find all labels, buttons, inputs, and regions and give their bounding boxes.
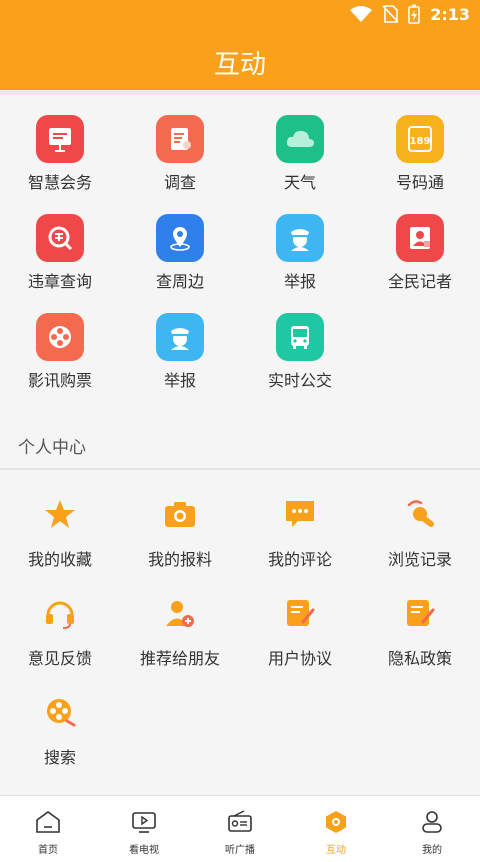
agreement-icon [280, 593, 320, 633]
service-label: 号码通 [395, 173, 444, 192]
service-weather[interactable]: 天气 [240, 95, 360, 194]
add-friend-icon [160, 593, 200, 633]
service-citizen-reporter[interactable]: 全民记者 [360, 194, 480, 293]
bus-icon [276, 313, 324, 361]
privacy-policy[interactable]: 隐私政策 [360, 571, 480, 670]
bottom-nav: 首页 看电视 听广播 互动 我的 [0, 795, 480, 862]
personal-center-grid: 我的收藏 我的报料 我的评论 浏览记录 意见反馈 推荐给朋友 用户协议 隐私政策… [0, 472, 480, 769]
nav-label: 看电视 [129, 845, 159, 856]
nav-label: 我的 [422, 845, 442, 856]
phone-number-icon: 189 [396, 115, 444, 163]
profile-icon [419, 810, 445, 838]
film-reel-icon [36, 313, 84, 361]
history-icon [400, 494, 440, 534]
camera-icon [160, 494, 200, 534]
home-icon [35, 810, 61, 838]
item-label: 搜索 [43, 748, 76, 767]
item-label: 我的报料 [147, 550, 212, 569]
service-nearby[interactable]: 查周边 [120, 194, 240, 293]
item-label: 我的收藏 [27, 550, 92, 569]
service-report-2[interactable]: 举报 [120, 293, 240, 392]
nav-interaction[interactable]: 互动 [288, 796, 384, 862]
police-officer-icon [276, 214, 324, 262]
section-title-personal-center: 个人中心 [18, 438, 86, 458]
feedback[interactable]: 意见反馈 [0, 571, 120, 670]
my-favorites[interactable]: 我的收藏 [0, 472, 120, 571]
user-agreement[interactable]: 用户协议 [240, 571, 360, 670]
no-sim-icon [382, 5, 399, 23]
nav-tv[interactable]: 看电视 [96, 796, 192, 862]
service-label: 举报 [283, 272, 316, 291]
item-label: 意见反馈 [27, 649, 92, 668]
nav-radio[interactable]: 听广播 [192, 796, 288, 862]
item-label: 我的评论 [267, 550, 332, 569]
item-label: 浏览记录 [387, 550, 452, 569]
nav-profile[interactable]: 我的 [384, 796, 480, 862]
service-label: 智慧会务 [27, 173, 92, 192]
battery-charging-icon [408, 4, 420, 24]
tv-icon [131, 810, 157, 838]
item-label: 隐私政策 [387, 649, 452, 668]
services-grid: 智慧会务 调查 天气 189 号码通 违章查询 查周边 举报 全民记者 影讯购票… [0, 95, 480, 392]
wifi-icon [350, 6, 373, 22]
service-smart-meeting[interactable]: 智慧会务 [0, 95, 120, 194]
headset-icon [40, 593, 80, 633]
police-officer-icon [156, 313, 204, 361]
service-label: 违章查询 [27, 272, 92, 291]
service-report[interactable]: 举报 [240, 194, 360, 293]
radio-icon [227, 810, 253, 838]
cloud-icon [276, 115, 324, 163]
privacy-policy-icon [400, 593, 440, 633]
search[interactable]: 搜索 [0, 670, 120, 769]
search-reel-icon [40, 692, 80, 732]
status-bar: 2:13 [0, 0, 480, 28]
my-submissions[interactable]: 我的报料 [120, 472, 240, 571]
service-label: 天气 [283, 173, 316, 192]
service-label: 举报 [163, 371, 196, 390]
service-label: 实时公交 [267, 371, 332, 390]
app-root: 2:13 互动 智慧会务 调查 天气 189 号码通 违章查询 查周边 举报 全… [0, 0, 480, 862]
item-label: 推荐给朋友 [139, 649, 220, 668]
violation-search-icon [36, 214, 84, 262]
nav-label: 首页 [38, 845, 58, 856]
svg-text:189: 189 [410, 136, 431, 147]
reporter-icon [396, 214, 444, 262]
nav-home[interactable]: 首页 [0, 796, 96, 862]
browsing-history[interactable]: 浏览记录 [360, 472, 480, 571]
service-realtime-bus[interactable]: 实时公交 [240, 293, 360, 392]
service-movie-tickets[interactable]: 影讯购票 [0, 293, 120, 392]
nav-label: 听广播 [225, 845, 255, 856]
service-label: 影讯购票 [27, 371, 92, 390]
interaction-icon [323, 810, 349, 838]
nav-label: 互动 [326, 845, 346, 856]
comment-icon [280, 494, 320, 534]
presentation-board-icon [36, 115, 84, 163]
service-label: 查周边 [155, 272, 204, 291]
service-survey[interactable]: 调查 [120, 95, 240, 194]
status-time: 2:13 [430, 4, 470, 24]
service-label: 全民记者 [387, 272, 452, 291]
service-label: 调查 [163, 173, 196, 192]
service-violation-query[interactable]: 违章查询 [0, 194, 120, 293]
section-divider [0, 468, 480, 470]
location-pin-icon [156, 214, 204, 262]
header: 2:13 互动 [0, 0, 480, 90]
my-comments[interactable]: 我的评论 [240, 472, 360, 571]
survey-document-icon [156, 115, 204, 163]
item-label: 用户协议 [267, 649, 332, 668]
page-title: 互动 [213, 50, 266, 80]
recommend-to-friends[interactable]: 推荐给朋友 [120, 571, 240, 670]
service-phone-number[interactable]: 189 号码通 [360, 95, 480, 194]
star-icon [40, 494, 80, 534]
